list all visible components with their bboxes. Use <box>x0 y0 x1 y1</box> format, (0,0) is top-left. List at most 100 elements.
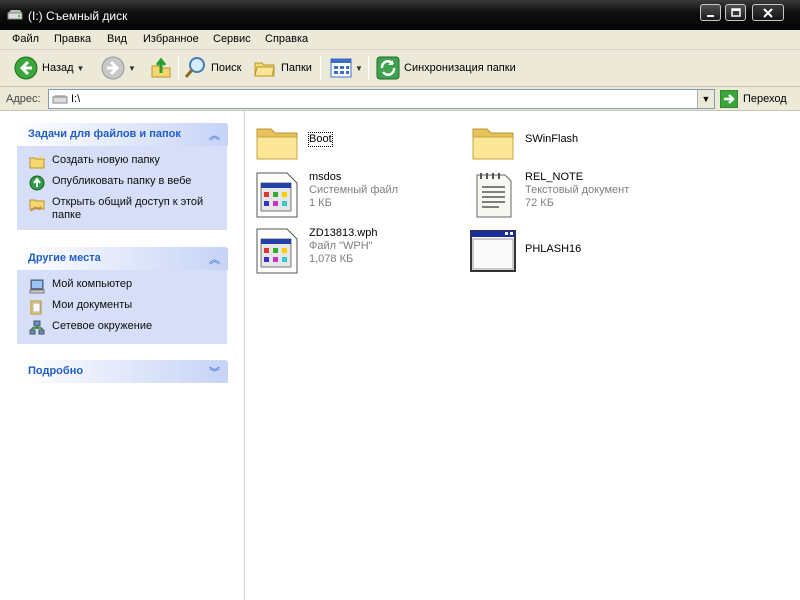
system-file-icon <box>256 172 298 218</box>
up-folder-button[interactable] <box>150 54 172 82</box>
back-button[interactable]: Назад ▼ <box>14 54 84 82</box>
go-button[interactable]: Переход <box>720 90 787 108</box>
other-places-title: Другие места <box>28 252 101 264</box>
sync-label: Синхронизация папки <box>404 62 516 74</box>
maximize-icon <box>730 8 741 17</box>
go-arrow-icon <box>720 90 738 108</box>
place-my-documents-label: Мои документы <box>52 299 133 311</box>
forward-button[interactable]: ▼ <box>101 54 136 82</box>
menu-bar: Файл Правка Вид Избранное Сервис Справка <box>0 30 800 50</box>
close-icon <box>763 8 773 18</box>
text-document-icon <box>476 173 512 218</box>
folder-icon <box>472 128 514 160</box>
maximize-button[interactable] <box>725 4 746 21</box>
system-file-icon <box>256 228 298 274</box>
menu-file[interactable]: Файл <box>12 33 39 45</box>
file-tasks-title: Задачи для файлов и папок <box>28 128 181 140</box>
toolbar-separator <box>178 56 179 80</box>
share-folder-icon <box>29 199 45 212</box>
chevron-down-icon[interactable]: ︾ <box>209 364 220 380</box>
go-label: Переход <box>743 93 787 105</box>
address-label: Адрес: <box>6 93 41 105</box>
search-button[interactable]: Поиск <box>183 54 241 82</box>
file-type: Текстовый документ <box>525 184 630 196</box>
menu-edit[interactable]: Правка <box>54 33 91 45</box>
details-header[interactable]: Подробно ︾ <box>16 360 228 383</box>
title-bar: (I:) Съемный диск <box>0 0 800 30</box>
views-button[interactable]: ▼ <box>330 54 363 82</box>
other-places-header[interactable]: Другие места ︽ <box>16 247 228 270</box>
back-dropdown-icon[interactable]: ▼ <box>77 64 85 73</box>
file-type: Системный файл <box>309 184 399 196</box>
place-my-computer[interactable]: Мой компьютер <box>29 278 217 294</box>
toolbar-separator <box>368 56 369 80</box>
forward-dropdown-icon[interactable]: ▼ <box>128 64 136 73</box>
menu-favorites[interactable]: Избранное <box>143 33 199 45</box>
folders-button[interactable]: Папки <box>253 54 312 82</box>
address-input[interactable]: I:\ ▼ <box>48 89 715 109</box>
file-list: Boot SWinFlash msdos Системный файл 1 КБ <box>245 111 800 600</box>
my-computer-icon <box>29 279 45 294</box>
place-my-computer-label: Мой компьютер <box>52 278 133 290</box>
other-places-body: Мой компьютер Мои документы Сетевое окру… <box>16 270 228 345</box>
back-label: Назад <box>42 62 74 74</box>
search-label: Поиск <box>211 62 242 74</box>
sync-button[interactable]: Синхронизация папки <box>376 54 516 82</box>
task-new-folder-label: Создать новую папку <box>52 154 160 166</box>
minimize-button[interactable] <box>700 4 721 21</box>
views-icon <box>330 58 352 78</box>
folders-icon <box>254 62 275 77</box>
chevron-up-icon[interactable]: ︽ <box>209 251 220 267</box>
back-arrow-icon <box>14 56 38 80</box>
file-item-msdos[interactable]: msdos Системный файл 1 КБ <box>253 171 398 219</box>
views-dropdown-icon[interactable]: ▼ <box>355 64 363 73</box>
task-publish-web-label: Опубликовать папку в вебе <box>52 175 192 187</box>
file-name: msdos <box>309 171 342 183</box>
application-icon <box>470 230 516 272</box>
file-name: PHLASH16 <box>525 243 582 255</box>
file-item-swinflash[interactable]: SWinFlash <box>469 119 578 167</box>
window-title: (I:) Съемный диск <box>28 9 128 23</box>
details-panel: Подробно ︾ <box>16 360 228 383</box>
up-folder-icon <box>151 57 171 78</box>
my-documents-icon <box>30 300 42 315</box>
address-bar: Адрес: I:\ ▼ Переход <box>0 87 800 111</box>
other-places-panel: Другие места ︽ Мой компьютер Мои докумен… <box>16 247 228 345</box>
folder-icon <box>256 128 298 160</box>
file-size: 72 КБ <box>525 197 554 209</box>
task-new-folder[interactable]: Создать новую папку <box>29 154 217 170</box>
file-item-zd13813[interactable]: ZD13813.wph Файл "WPH" 1,078 КБ <box>253 227 378 275</box>
chevron-up-icon[interactable]: ︽ <box>209 127 220 143</box>
sync-icon <box>376 56 400 80</box>
address-path: I:\ <box>71 93 81 105</box>
file-tasks-header[interactable]: Задачи для файлов и папок ︽ <box>16 123 228 146</box>
file-name: ZD13813.wph <box>309 227 378 239</box>
menu-view[interactable]: Вид <box>107 33 127 45</box>
toolbar-separator <box>320 56 321 80</box>
file-name: SWinFlash <box>525 133 579 145</box>
task-publish-web[interactable]: Опубликовать папку в вебе <box>29 175 217 191</box>
place-network-label: Сетевое окружение <box>52 320 153 332</box>
publish-web-icon <box>29 175 45 191</box>
search-icon <box>184 57 205 78</box>
removable-drive-icon <box>52 95 68 104</box>
menu-help[interactable]: Справка <box>265 33 308 45</box>
file-item-boot[interactable]: Boot <box>253 119 333 167</box>
new-folder-icon <box>29 155 45 169</box>
network-icon <box>29 320 45 335</box>
file-item-rel-note[interactable]: REL_NOTE Текстовый документ 72 КБ <box>469 171 629 219</box>
file-tasks-panel: Задачи для файлов и папок ︽ Создать нову… <box>16 123 228 231</box>
removable-drive-icon <box>7 10 23 20</box>
task-share-folder-label: Открыть общий доступ к этой папке <box>52 196 204 221</box>
file-tasks-body: Создать новую папку Опубликовать папку в… <box>16 146 228 231</box>
place-my-documents[interactable]: Мои документы <box>29 299 217 315</box>
forward-arrow-icon <box>101 56 125 80</box>
address-dropdown-icon[interactable]: ▼ <box>697 90 714 108</box>
toolbar: Назад ▼ ▼ Поиск Папки ▼ Синхронизация па… <box>0 50 800 87</box>
menu-tools[interactable]: Сервис <box>213 33 251 45</box>
close-button[interactable] <box>752 4 784 21</box>
task-share-folder[interactable]: Открыть общий доступ к этой папке <box>29 196 217 222</box>
folders-label: Папки <box>281 62 312 74</box>
file-item-phlash16[interactable]: PHLASH16 <box>469 227 581 275</box>
place-network[interactable]: Сетевое окружение <box>29 320 217 336</box>
